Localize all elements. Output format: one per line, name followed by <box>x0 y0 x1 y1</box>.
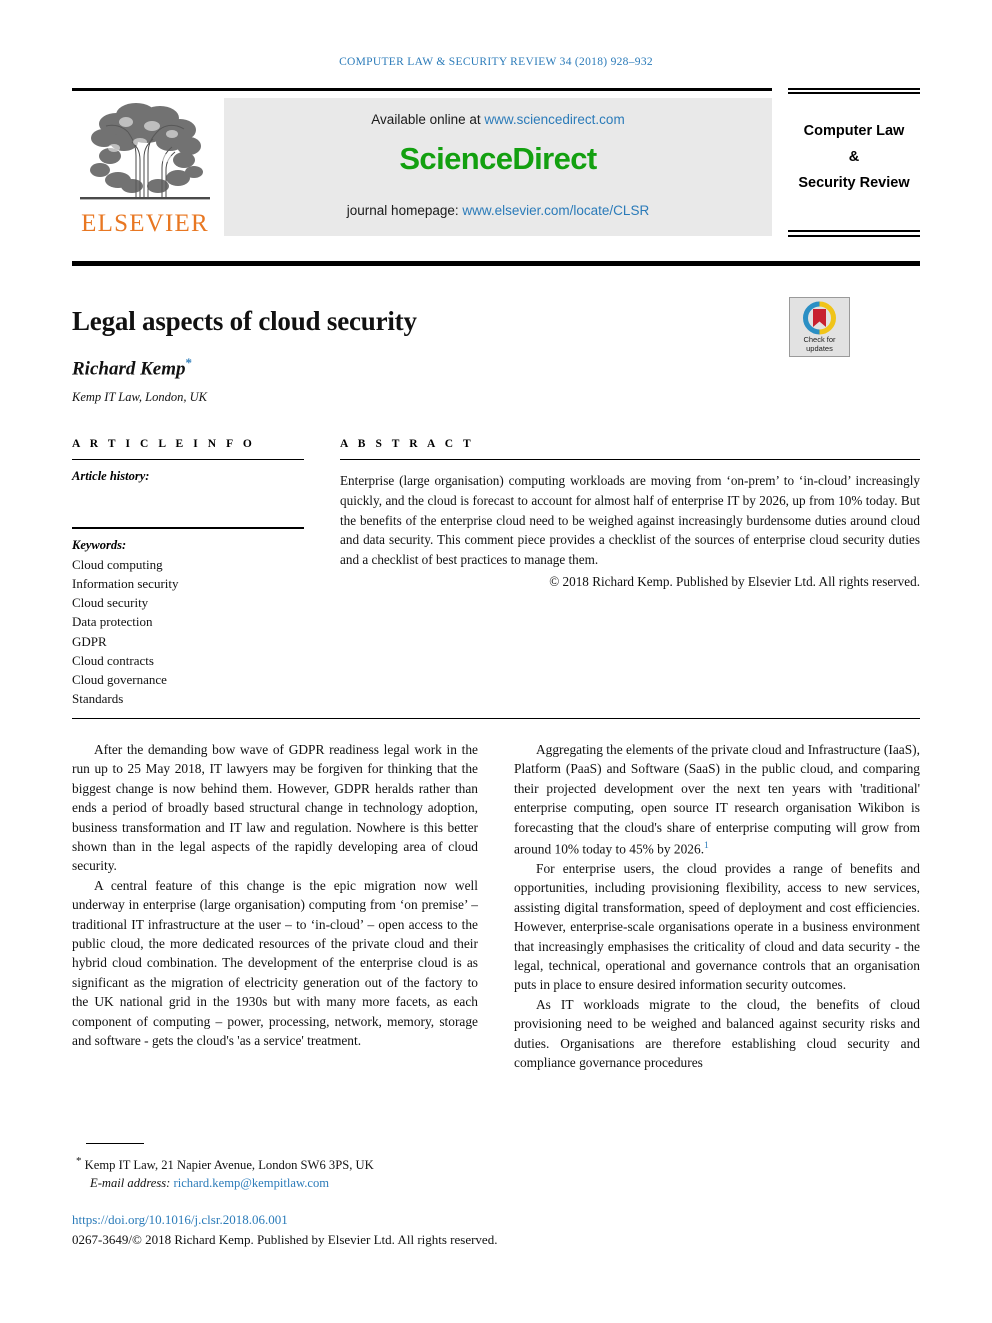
footnote-rule <box>86 1143 144 1145</box>
keyword-item: Cloud security <box>72 595 149 611</box>
keywords-label: Keywords: <box>72 537 127 552</box>
body-paragraph-text: Aggregating the elements of the private … <box>514 742 920 857</box>
available-online-line: Available online at www.sciencedirect.co… <box>224 112 772 127</box>
journal-masthead: ELSEVIER Available online at www.science… <box>72 88 920 248</box>
email-link[interactable]: richard.kemp@kempitlaw.com <box>174 1176 330 1190</box>
available-online-prefix: Available online at <box>371 112 485 127</box>
sciencedirect-wordmark: ScienceDirect <box>399 141 597 176</box>
keyword-item: Data protection <box>72 614 153 630</box>
keyword-item: Information security <box>72 575 179 591</box>
masthead-divider-bar <box>72 261 920 266</box>
running-head: COMPUTER LAW & SECURITY REVIEW 34 (2018)… <box>339 56 653 68</box>
keyword-item: Cloud governance <box>72 672 167 687</box>
article-history-values <box>72 484 304 518</box>
footnote-address-line: * Kemp IT Law, 21 Napier Avenue, London … <box>76 1152 636 1174</box>
affiliation: Kemp IT Law, London, UK <box>72 390 207 404</box>
sciencedirect-banner: Available online at www.sciencedirect.co… <box>224 98 772 236</box>
crossmark-label-line-2: updates <box>806 344 833 353</box>
keyword-item: Cloud computing <box>72 556 163 572</box>
journal-title-box: Computer Law & Security Review <box>788 88 920 240</box>
abstract-heading: A B S T R A C T <box>340 438 475 450</box>
keyword-item: Standards <box>72 691 124 707</box>
page-title: Legal aspects of cloud security <box>72 306 417 337</box>
abstract-column: A B S T R A C T Enterprise (large organi… <box>340 438 920 590</box>
journal-homepage-line: journal homepage: www.elsevier.com/locat… <box>224 203 772 218</box>
journal-title-line-2: & <box>848 149 860 165</box>
journal-homepage-prefix: journal homepage: <box>346 203 463 218</box>
article-info-rule-top <box>72 459 304 461</box>
journal-box-rule-top-outer <box>788 88 920 90</box>
sciencedirect-link[interactable]: www.sciencedirect.com <box>484 112 624 127</box>
abstract-copyright: © 2018 Richard Kemp. Published by Elsevi… <box>549 574 920 590</box>
footnote-block: * Kemp IT Law, 21 Napier Avenue, London … <box>76 1152 636 1192</box>
footnote-email-line: E-mail address: richard.kemp@kempitlaw.c… <box>76 1174 636 1192</box>
journal-box-rule-bottom-inner <box>788 230 920 232</box>
article-info-rule-mid <box>72 527 304 529</box>
crossmark-badge[interactable]: Check for updates <box>789 297 850 357</box>
abstract-rule-top <box>340 459 920 461</box>
body-column-left: After the demanding bow wave of GDPR rea… <box>72 740 478 1051</box>
issn-copyright-line: 0267-3649/© 2018 Richard Kemp. Published… <box>72 1232 498 1247</box>
keyword-item: Cloud contracts <box>72 652 154 668</box>
body-paragraph: Aggregating the elements of the private … <box>514 740 920 859</box>
article-info-column: A R T I C L E I N F O Article history: K… <box>72 438 304 708</box>
elsevier-tree-icon <box>80 103 210 200</box>
journal-article-page: COMPUTER LAW & SECURITY REVIEW 34 (2018)… <box>0 0 992 1323</box>
footnote-marker: * <box>76 1155 82 1167</box>
email-label: E-mail address: <box>90 1176 171 1191</box>
doi-link[interactable]: https://doi.org/10.1016/j.clsr.2018.06.0… <box>72 1212 288 1228</box>
keyword-item: GDPR <box>72 633 107 649</box>
crossmark-label-line-1: Check for <box>803 335 836 344</box>
journal-title-line-3: Security Review <box>798 175 910 191</box>
body-paragraph: As IT workloads migrate to the cloud, th… <box>514 996 920 1070</box>
journal-homepage-link[interactable]: www.elsevier.com/locate/CLSR <box>462 203 649 218</box>
article-info-heading: A R T I C L E I N F O <box>72 438 256 450</box>
crossmark-icon <box>803 301 836 335</box>
footnote-reference-1[interactable]: 1 <box>704 841 709 851</box>
abstract-body-divider <box>72 718 920 720</box>
body-column-right: Aggregating the elements of the private … <box>514 740 920 1072</box>
journal-title-line-1: Computer Law <box>803 123 905 139</box>
elsevier-wordmark: ELSEVIER <box>81 210 209 237</box>
keywords-list: Cloud computing Information security Clo… <box>72 555 304 709</box>
abstract-text: Enterprise (large organisation) computin… <box>340 473 920 567</box>
body-paragraph: For enterprise users, the cloud provides… <box>514 860 920 993</box>
body-paragraph: A central feature of this change is the … <box>72 877 478 1049</box>
author-footnote-marker[interactable]: * <box>185 355 192 370</box>
journal-title: Computer Law & Security Review <box>788 118 920 196</box>
masthead-top-rule <box>72 88 772 91</box>
journal-box-rule-top-inner <box>788 92 920 94</box>
article-history-label: Article history: <box>72 469 150 484</box>
crossmark-label: Check for updates <box>790 335 849 353</box>
author-label: Richard Kemp <box>72 358 186 380</box>
footnote-address: Kemp IT Law, 21 Napier Avenue, London SW… <box>84 1158 374 1173</box>
elsevier-logo: ELSEVIER <box>72 98 218 248</box>
author-name: Richard Kemp* <box>72 355 192 380</box>
body-paragraph: After the demanding bow wave of GDPR rea… <box>72 742 478 874</box>
article-body: After the demanding bow wave of GDPR rea… <box>72 740 920 1130</box>
journal-box-rule-bottom-outer <box>788 235 920 237</box>
